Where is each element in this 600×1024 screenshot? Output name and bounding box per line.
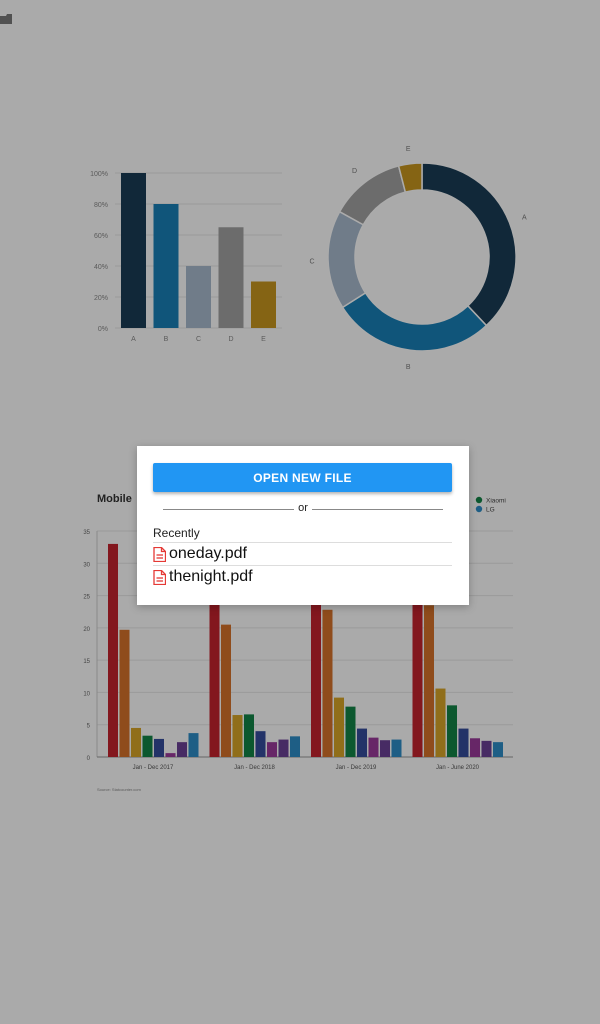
- divider-line-right: [312, 509, 443, 510]
- recent-file-item[interactable]: thenight.pdf: [153, 566, 452, 588]
- recent-file-name: thenight.pdf: [169, 568, 253, 585]
- divider-line-left: [163, 509, 294, 510]
- pdf-file-icon: [153, 546, 166, 562]
- open-new-file-button[interactable]: OPEN NEW FILE: [153, 463, 452, 492]
- open-file-dialog: OPEN NEW FILE or Recently oneday.pdf the…: [137, 446, 469, 605]
- recently-label: Recently: [153, 526, 200, 540]
- or-label: or: [298, 502, 308, 514]
- recent-file-name: oneday.pdf: [169, 545, 247, 562]
- recent-file-item[interactable]: oneday.pdf: [153, 543, 452, 565]
- or-divider: or: [163, 502, 443, 516]
- pdf-file-icon: [153, 569, 166, 585]
